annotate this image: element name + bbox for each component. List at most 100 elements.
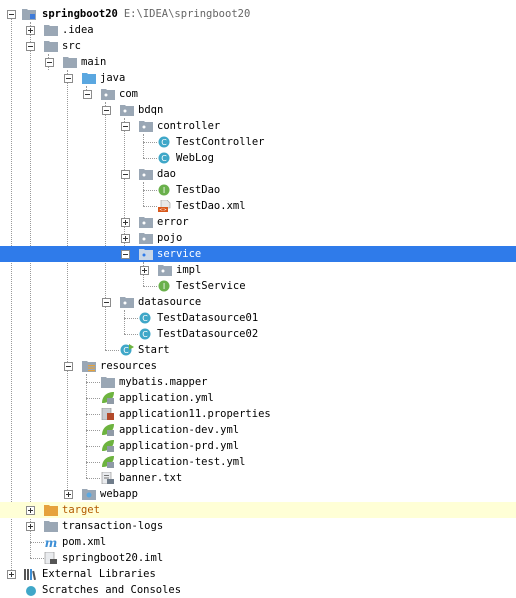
node-label: TestDao.xml (176, 200, 246, 212)
node-label: bdqn (138, 104, 164, 116)
expand-toggle[interactable] (64, 490, 73, 499)
expand-toggle[interactable] (26, 522, 35, 531)
tree-node-bdqn[interactable]: bdqn (0, 102, 516, 118)
resources-folder-icon (82, 361, 96, 372)
tree-node-start[interactable]: C Start (0, 342, 516, 358)
collapse-toggle[interactable] (64, 74, 73, 83)
node-label: application-prd.yml (119, 440, 240, 452)
tree-node-pom-xml[interactable]: m pom.xml (0, 534, 516, 550)
node-label: main (81, 56, 107, 68)
node-label: controller (157, 120, 221, 132)
tree-node-application-dev-yml[interactable]: application-dev.yml (0, 422, 516, 438)
expand-toggle[interactable] (26, 506, 35, 515)
collapse-toggle[interactable] (121, 122, 130, 131)
node-label: TestDao (176, 184, 221, 196)
tree-node-src[interactable]: src (0, 38, 516, 54)
tree-node-webapp[interactable]: webapp (0, 486, 516, 502)
node-label: webapp (100, 488, 138, 500)
expand-toggle[interactable] (7, 570, 16, 579)
tree-node-error[interactable]: error (0, 214, 516, 230)
tree-node-dao[interactable]: dao (0, 166, 516, 182)
tree-node-application-yml[interactable]: application.yml (0, 390, 516, 406)
tree-node-main[interactable]: main (0, 54, 516, 70)
expand-toggle[interactable] (121, 234, 130, 243)
package-icon (158, 265, 172, 276)
source-folder-icon (82, 73, 96, 84)
collapse-toggle[interactable] (102, 106, 111, 115)
node-label: com (119, 88, 138, 100)
tree-node-impl[interactable]: impl (0, 262, 516, 278)
collapse-toggle[interactable] (121, 250, 130, 259)
collapse-toggle[interactable] (45, 58, 54, 67)
tree-node-springboot20-iml[interactable]: springboot20.iml (0, 550, 516, 566)
tree-node-testservice[interactable]: I TestService (0, 278, 516, 294)
package-icon (101, 89, 115, 100)
folder-icon (44, 521, 58, 532)
node-label: TestController (176, 136, 265, 148)
collapse-toggle[interactable] (7, 10, 16, 19)
node-label: error (157, 216, 189, 228)
collapse-toggle[interactable] (64, 362, 73, 371)
tree-node-external-libraries[interactable]: External Libraries (0, 566, 516, 582)
tree-node-service[interactable]: service (0, 246, 516, 262)
tree-node-application-test-yml[interactable]: application-test.yml (0, 454, 516, 470)
node-label: application.yml (119, 392, 214, 404)
tree-node-datasource[interactable]: datasource (0, 294, 516, 310)
spring-boot-class-icon: C (120, 344, 134, 356)
project-tree[interactable]: springboot20 E:\IDEA\springboot20 .idea s… (0, 0, 516, 596)
node-label: .idea (62, 24, 94, 36)
expand-toggle[interactable] (121, 218, 130, 227)
tree-node-com[interactable]: com (0, 86, 516, 102)
folder-icon (101, 377, 115, 388)
expand-toggle[interactable] (140, 266, 149, 275)
tree-node-target[interactable]: target (0, 502, 516, 518)
java-class-icon: C (158, 152, 170, 164)
node-label: application11.properties (119, 408, 271, 420)
java-class-icon: C (139, 312, 151, 324)
tree-node-banner-txt[interactable]: banner.txt (0, 470, 516, 486)
tree-node-springboot20[interactable]: springboot20 E:\IDEA\springboot20 (0, 6, 516, 22)
svg-text:C: C (161, 154, 167, 163)
node-label: src (62, 40, 81, 52)
tree-node-testdao[interactable]: I TestDao (0, 182, 516, 198)
collapse-toggle[interactable] (83, 90, 92, 99)
tree-node-weblog[interactable]: C WebLog (0, 150, 516, 166)
tree-node-testdatasource02[interactable]: C TestDatasource02 (0, 326, 516, 342)
collapse-toggle[interactable] (26, 42, 35, 51)
xml-file-icon: <> (158, 200, 171, 212)
tree-node-mybatis-mapper[interactable]: mybatis.mapper (0, 374, 516, 390)
collapse-toggle[interactable] (102, 298, 111, 307)
node-label: pojo (157, 232, 183, 244)
tree-node-transaction-logs[interactable]: transaction-logs (0, 518, 516, 534)
tree-node-testdao-xml[interactable]: <> TestDao.xml (0, 198, 516, 214)
node-label: WebLog (176, 152, 214, 164)
spring-config-icon (102, 392, 114, 404)
tree-node-testcontroller[interactable]: C TestController (0, 134, 516, 150)
web-folder-icon (82, 489, 96, 500)
tree-node-application11-properties[interactable]: application11.properties (0, 406, 516, 422)
expand-toggle[interactable] (26, 26, 35, 35)
module-folder-icon (22, 9, 36, 20)
tree-node-idea[interactable]: .idea (0, 22, 516, 38)
scratches-icon (26, 586, 36, 596)
tree-node-resources[interactable]: resources (0, 358, 516, 374)
collapse-toggle[interactable] (121, 170, 130, 179)
node-label: dao (157, 168, 176, 180)
java-interface-icon: I (158, 280, 170, 292)
tree-node-controller[interactable]: controller (0, 118, 516, 134)
svg-text:C: C (123, 346, 129, 355)
tree-node-pojo[interactable]: pojo (0, 230, 516, 246)
node-label: transaction-logs (62, 520, 164, 532)
spring-config-icon (102, 456, 114, 468)
node-label: impl (176, 264, 202, 276)
node-label: service (157, 248, 202, 260)
node-label: Start (138, 344, 170, 356)
package-icon (120, 105, 134, 116)
tree-node-java[interactable]: java (0, 70, 516, 86)
node-label: mybatis.mapper (119, 376, 208, 388)
tree-node-scratches[interactable]: Scratches and Consoles (0, 582, 516, 598)
svg-text:C: C (142, 314, 148, 323)
tree-node-testdatasource01[interactable]: C TestDatasource01 (0, 310, 516, 326)
tree-node-application-prd-yml[interactable]: application-prd.yml (0, 438, 516, 454)
svg-text:I: I (163, 186, 165, 195)
